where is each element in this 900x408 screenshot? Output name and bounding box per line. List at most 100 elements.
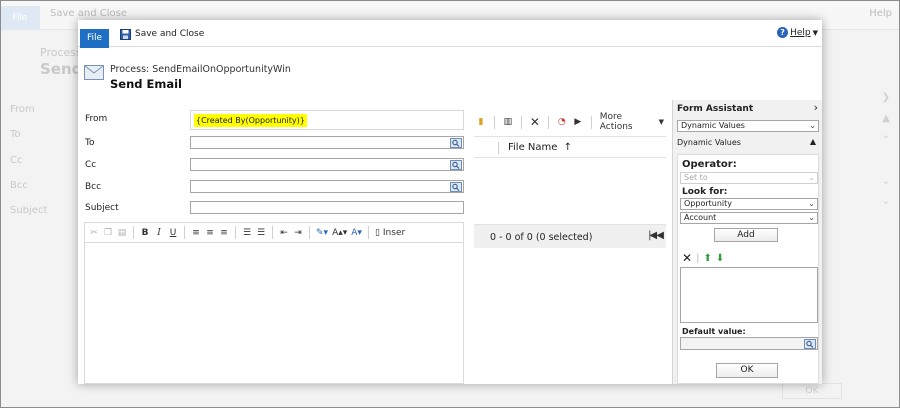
look-for-entity-select[interactable]: Opportunity ⌄ bbox=[680, 198, 818, 210]
run-icon[interactable]: ◔ bbox=[555, 114, 569, 130]
underline-button[interactable]: U bbox=[166, 225, 180, 241]
bulleted-list-icon[interactable]: ☰ bbox=[254, 225, 268, 241]
italic-button[interactable]: I bbox=[152, 225, 166, 241]
subject-field[interactable] bbox=[190, 201, 464, 214]
attach-file-icon[interactable]: ▮ bbox=[474, 114, 488, 130]
toolbar-divider bbox=[590, 115, 592, 129]
chevron-down-icon: ⌄ bbox=[881, 130, 890, 141]
column-divider bbox=[498, 142, 499, 154]
align-right-icon[interactable]: ≡ bbox=[217, 225, 231, 241]
save-and-close-label: Save and Close bbox=[135, 29, 205, 39]
dynamic-values-section-label: Dynamic Values bbox=[677, 138, 741, 147]
move-up-icon[interactable]: ⬆ bbox=[703, 253, 711, 264]
cut-icon[interactable]: ✂ bbox=[87, 225, 101, 241]
align-center-icon[interactable]: ≡ bbox=[203, 225, 217, 241]
lookup-icon[interactable] bbox=[804, 339, 816, 349]
attachments-grid: ▮ ▥ ✕ ◔ ▶ More Actions ▼ File Name ↑ 0 -… bbox=[474, 112, 666, 248]
save-icon bbox=[120, 28, 131, 40]
background-label-to: To bbox=[10, 129, 21, 140]
cc-label: Cc bbox=[85, 160, 97, 170]
chevron-right-icon: ❯ bbox=[881, 92, 890, 103]
add-button[interactable]: Add bbox=[714, 228, 778, 242]
ok-button[interactable]: OK bbox=[716, 363, 778, 378]
background-label-from: From bbox=[10, 104, 35, 115]
delete-icon[interactable]: ✕ bbox=[528, 114, 542, 130]
align-left-icon[interactable]: ≡ bbox=[189, 225, 203, 241]
caret-down-icon: ▼ bbox=[658, 118, 664, 126]
chevron-down-icon: ⌄ bbox=[808, 173, 815, 182]
help-label: Help bbox=[790, 27, 811, 38]
numbered-list-icon[interactable]: ☰ bbox=[240, 225, 254, 241]
cc-field[interactable] bbox=[190, 158, 464, 171]
insert-button[interactable]: ▯ Inser bbox=[373, 225, 407, 241]
dynamic-values-panel: Operator: Set to ⌄ Look for: Opportunity… bbox=[677, 154, 819, 384]
chevron-down-icon: ⌄ bbox=[881, 196, 890, 207]
preview-icon[interactable]: ▶ bbox=[571, 114, 585, 130]
lookup-icon[interactable] bbox=[450, 160, 462, 170]
more-actions-button[interactable]: More Actions ▼ bbox=[598, 112, 666, 132]
command-bar: File Save and Close ? Help ▼ bbox=[78, 20, 822, 48]
paste-icon[interactable]: ▤ bbox=[115, 225, 129, 241]
record-count: 0 - 0 of 0 (0 selected) bbox=[490, 232, 593, 243]
from-label: From bbox=[85, 114, 108, 124]
bold-button[interactable]: B bbox=[138, 225, 152, 241]
operator-value: Set to bbox=[684, 173, 708, 182]
save-and-close-button[interactable]: Save and Close bbox=[120, 26, 204, 42]
move-down-icon[interactable]: ⬇ bbox=[716, 253, 724, 264]
copy-icon[interactable]: ❐ bbox=[101, 225, 115, 241]
background-page-title: Send bbox=[40, 60, 83, 78]
lookup-icon[interactable] bbox=[450, 182, 462, 192]
look-for-label: Look for: bbox=[682, 187, 728, 197]
operator-label: Operator: bbox=[682, 159, 737, 170]
dynamic-values-list[interactable] bbox=[680, 267, 818, 323]
first-page-icon[interactable]: |◀ ◀ bbox=[648, 230, 664, 241]
send-email-dialog: File Save and Close ? Help ▼ Process: Se… bbox=[78, 20, 822, 384]
from-field[interactable]: {Created By(Opportunity)} bbox=[190, 110, 464, 130]
decrease-indent-icon[interactable]: ⇤ bbox=[277, 225, 291, 241]
toolbar-divider bbox=[520, 115, 522, 129]
actions-divider: | bbox=[696, 252, 700, 264]
chevron-down-icon: ⌄ bbox=[881, 176, 890, 187]
help-icon: ? bbox=[777, 27, 789, 38]
list-actions: ✕ | ⬆ ⬇ bbox=[682, 251, 724, 265]
page-title: Send Email bbox=[110, 77, 182, 91]
file-tab[interactable]: File bbox=[80, 29, 109, 48]
font-size-icon[interactable]: A▴▾ bbox=[330, 225, 349, 241]
assistant-mode-dropdown[interactable]: Dynamic Values ⌄ bbox=[677, 120, 819, 132]
to-field[interactable] bbox=[190, 136, 464, 149]
bcc-field[interactable] bbox=[190, 180, 464, 193]
increase-indent-icon[interactable]: ⇥ bbox=[291, 225, 305, 241]
collapse-chevron-icon[interactable]: › bbox=[814, 101, 818, 114]
assistant-mode-value: Dynamic Values bbox=[681, 121, 745, 130]
attachments-footer: 0 - 0 of 0 (0 selected) |◀ ◀ bbox=[474, 224, 666, 248]
background-label-bcc: Bcc bbox=[10, 180, 28, 191]
background-ok-button: OK bbox=[782, 383, 842, 399]
toolbar-divider bbox=[547, 115, 549, 129]
file-name-column-header[interactable]: File Name ↑ bbox=[508, 142, 572, 153]
collapse-up-icon[interactable]: ▲ bbox=[810, 137, 816, 146]
grid-view-icon[interactable]: ▥ bbox=[501, 114, 515, 130]
lookup-icon[interactable] bbox=[450, 138, 462, 148]
help-button[interactable]: ? Help ▼ bbox=[777, 27, 818, 38]
bcc-label: Bcc bbox=[85, 182, 102, 192]
highlight-color-icon[interactable]: ✎▾ bbox=[314, 225, 330, 241]
toolbar-divider bbox=[494, 115, 495, 129]
toolbar-divider bbox=[235, 226, 236, 239]
chevron-down-icon: ⌄ bbox=[808, 199, 815, 208]
email-body-editor[interactable]: ✂ ❐ ▤ B I U ≡ ≡ ≡ ☰ ☰ ⇤ ⇥ ✎▾ A▴▾ A▾ ▯ In… bbox=[84, 222, 464, 384]
subject-label: Subject bbox=[85, 203, 119, 213]
toolbar-divider bbox=[309, 226, 310, 239]
form-assistant-title: Form Assistant bbox=[677, 104, 754, 114]
delete-icon[interactable]: ✕ bbox=[682, 251, 692, 265]
look-for-field-select[interactable]: Account ⌄ bbox=[680, 212, 818, 224]
chevron-down-icon: ⌄ bbox=[808, 213, 815, 222]
font-color-icon[interactable]: A▾ bbox=[349, 225, 364, 241]
insert-label: Inser bbox=[382, 227, 406, 238]
default-value-field[interactable] bbox=[680, 337, 818, 350]
chevron-down-icon: ⌄ bbox=[809, 121, 816, 130]
default-value-label: Default value: bbox=[682, 327, 746, 336]
to-label: To bbox=[85, 138, 95, 148]
toolbar-divider bbox=[367, 226, 369, 239]
toolbar-divider bbox=[184, 226, 185, 239]
background-file-tab: File bbox=[0, 6, 40, 30]
